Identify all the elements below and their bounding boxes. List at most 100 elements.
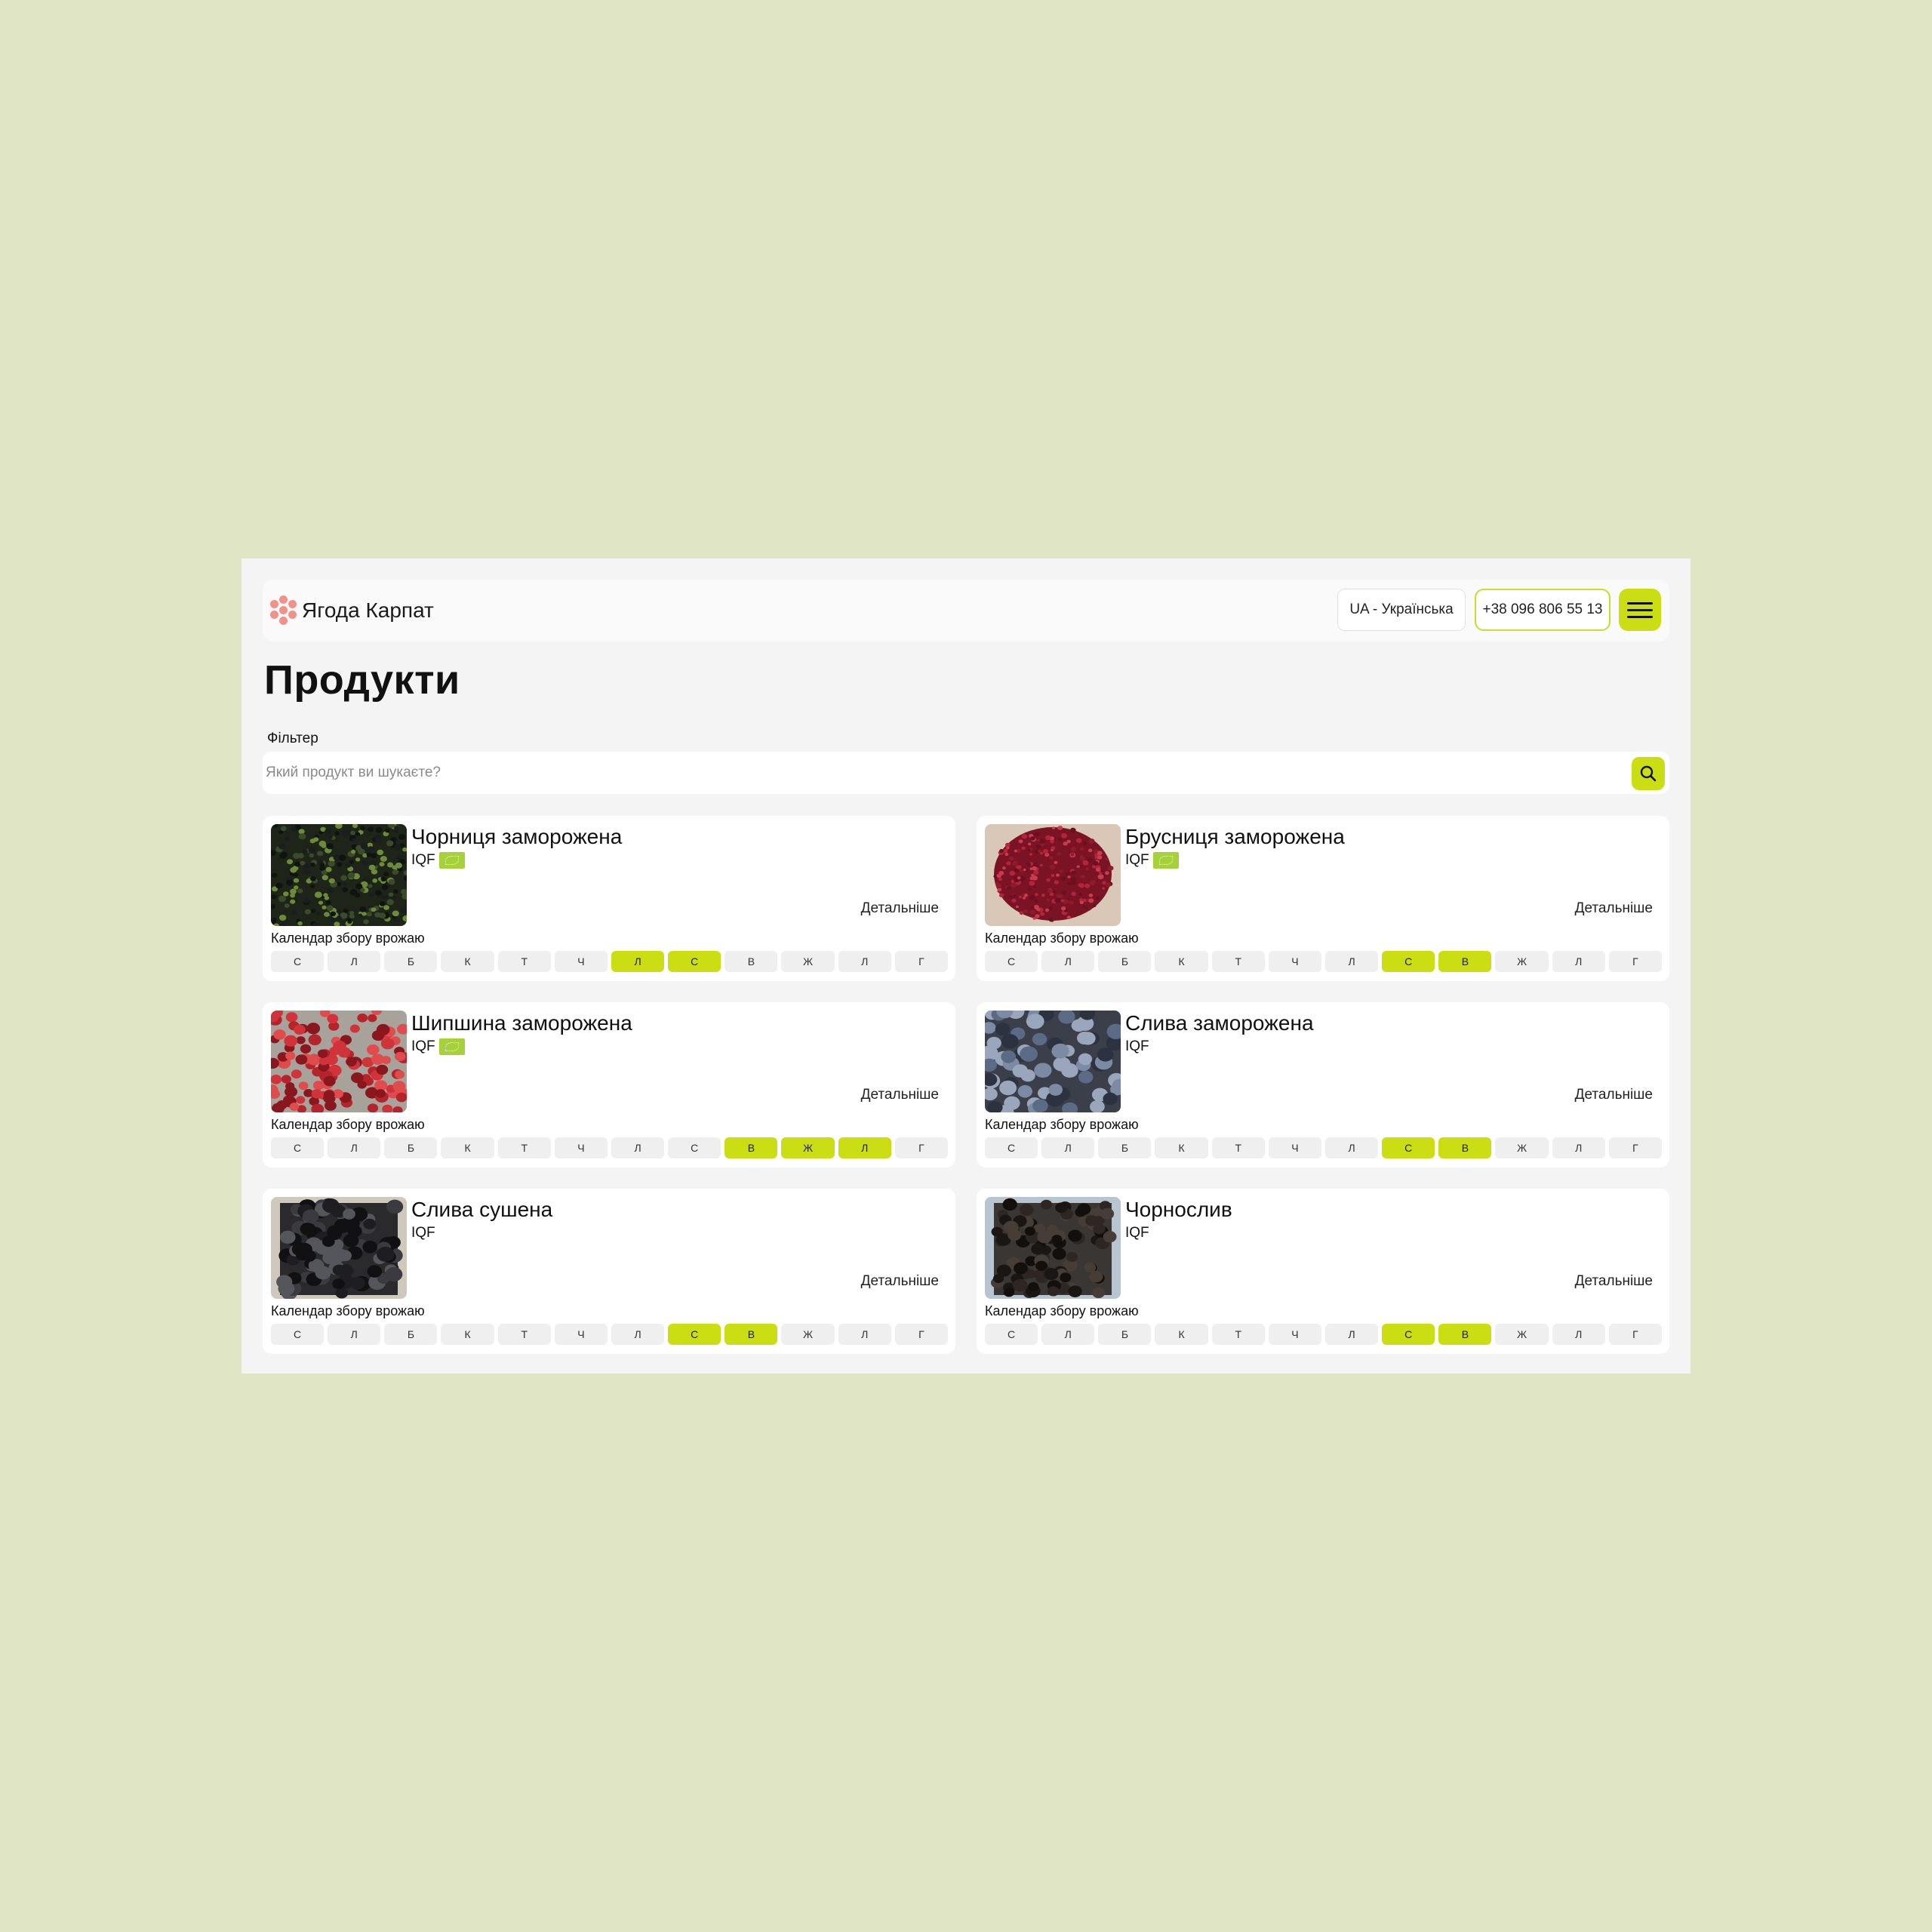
month-cell: Ж <box>781 1324 835 1345</box>
harvest-calendar: СЛБКТЧЛСВЖЛГ <box>271 1137 948 1158</box>
product-card[interactable]: Слива заморожена IQF Детальніше Календар… <box>977 1002 1669 1168</box>
product-card[interactable]: Чорнослив IQF Детальніше Календар збору … <box>977 1189 1669 1354</box>
month-cell: Л <box>1041 1324 1095 1345</box>
eco-leaf-icon <box>438 852 465 869</box>
eco-leaf-icon <box>438 1038 465 1055</box>
product-image[interactable] <box>985 1011 1121 1112</box>
product-tags: IQF <box>1125 1038 1149 1055</box>
search-button[interactable] <box>1632 757 1665 790</box>
month-cell: Б <box>1098 1137 1152 1158</box>
month-cell: Л <box>1041 1137 1095 1158</box>
product-tags: IQF <box>1125 1225 1149 1241</box>
product-tags: IQF <box>1125 852 1179 869</box>
product-image[interactable] <box>985 1197 1121 1299</box>
month-cell: Ж <box>1495 1324 1549 1345</box>
harvest-calendar: СЛБКТЧЛСВЖЛГ <box>271 1324 948 1345</box>
harvest-calendar: СЛБКТЧЛСВЖЛГ <box>985 1324 1662 1345</box>
harvest-calendar-label: Календар збору врожаю <box>985 931 1139 946</box>
month-cell: С <box>668 1137 721 1158</box>
menu-button[interactable] <box>1619 589 1661 631</box>
harvest-calendar-label: Календар збору врожаю <box>985 1117 1139 1132</box>
month-cell: В <box>1438 1137 1492 1158</box>
product-card[interactable]: Брусниця заморожена IQF Детальніше Кален… <box>977 816 1669 981</box>
month-cell: Л <box>611 1137 665 1158</box>
product-card[interactable]: Слива сушена IQF Детальніше Календар збо… <box>263 1189 955 1354</box>
page-frame: Ягода Карпат UA - Українська +38 096 806… <box>242 558 1690 1374</box>
product-name[interactable]: Слива заморожена <box>1125 1011 1314 1035</box>
product-card[interactable]: Шипшина заморожена IQF Детальніше Календ… <box>263 1002 955 1168</box>
product-name[interactable]: Чорниця заморожена <box>411 825 622 849</box>
details-link[interactable]: Детальніше <box>1575 900 1653 917</box>
month-cell: Т <box>1211 1324 1265 1345</box>
product-photo <box>271 1011 407 1112</box>
product-image[interactable] <box>271 824 407 926</box>
product-name[interactable]: Брусниця заморожена <box>1125 825 1345 849</box>
month-cell: В <box>724 1137 778 1158</box>
month-cell: Л <box>1324 1137 1379 1158</box>
month-cell: Г <box>894 951 948 972</box>
month-cell: Ж <box>781 1137 835 1158</box>
eco-leaf-icon <box>1152 852 1179 869</box>
details-link[interactable]: Детальніше <box>1575 1273 1653 1290</box>
phone-button[interactable]: +38 096 806 55 13 <box>1475 589 1611 631</box>
product-photo <box>985 1197 1121 1299</box>
month-cell: Л <box>328 1324 381 1345</box>
month-cell: Б <box>384 1324 438 1345</box>
product-card[interactable]: Чорниця заморожена IQF Детальніше Календ… <box>263 816 955 981</box>
language-selector[interactable]: UA - Українська <box>1337 589 1466 631</box>
month-cell: В <box>1438 951 1492 972</box>
month-cell: Ч <box>1268 1324 1321 1345</box>
month-cell: С <box>668 951 721 972</box>
month-cell: С <box>271 1137 325 1158</box>
search-icon <box>1640 765 1657 782</box>
month-cell: Ч <box>554 1324 608 1345</box>
logo[interactable]: Ягода Карпат <box>270 580 434 641</box>
product-image[interactable] <box>271 1011 407 1112</box>
product-tags: IQF <box>411 1225 435 1241</box>
month-cell: Л <box>838 1137 891 1158</box>
month-cell: Л <box>328 951 381 972</box>
search-input[interactable] <box>266 752 1594 794</box>
product-name[interactable]: Чорнослив <box>1125 1198 1232 1222</box>
month-cell: Л <box>611 1324 665 1345</box>
month-cell: Ч <box>1268 1137 1321 1158</box>
product-photo <box>271 824 407 926</box>
month-cell: С <box>1382 1137 1435 1158</box>
details-link[interactable]: Детальніше <box>861 900 939 917</box>
month-cell: В <box>724 951 778 972</box>
month-cell: Б <box>384 951 438 972</box>
harvest-calendar: СЛБКТЧЛСВЖЛГ <box>985 1137 1662 1158</box>
product-image[interactable] <box>985 824 1121 926</box>
month-cell: С <box>668 1324 721 1345</box>
month-cell: Л <box>1324 1324 1379 1345</box>
month-cell: Ч <box>1268 951 1321 972</box>
harvest-calendar-label: Календар збору врожаю <box>271 931 425 946</box>
month-cell: Т <box>497 951 551 972</box>
month-cell: К <box>1155 1324 1208 1345</box>
month-cell: Г <box>1608 1137 1662 1158</box>
details-link[interactable]: Детальніше <box>1575 1087 1653 1103</box>
iqf-tag: IQF <box>1125 1225 1149 1241</box>
month-cell: К <box>441 951 494 972</box>
product-tags: IQF <box>411 852 465 869</box>
month-cell: В <box>724 1324 778 1345</box>
month-cell: Б <box>1098 1324 1152 1345</box>
page-title: Продукти <box>264 657 460 703</box>
month-cell: С <box>271 1324 325 1345</box>
details-link[interactable]: Детальніше <box>861 1087 939 1103</box>
month-cell: К <box>1155 951 1208 972</box>
month-cell: Г <box>1608 1324 1662 1345</box>
hamburger-icon <box>1627 601 1653 605</box>
product-grid: Чорниця заморожена IQF Детальніше Календ… <box>263 816 1669 1354</box>
filter-label: Фільтер <box>267 731 318 746</box>
harvest-calendar-label: Календар збору врожаю <box>271 1303 425 1318</box>
site-header: Ягода Карпат UA - Українська +38 096 806… <box>263 580 1669 641</box>
product-image[interactable] <box>271 1197 407 1299</box>
iqf-tag: IQF <box>1125 1038 1149 1054</box>
details-link[interactable]: Детальніше <box>861 1273 939 1290</box>
month-cell: Т <box>1211 1137 1265 1158</box>
month-cell: К <box>1155 1137 1208 1158</box>
month-cell: Л <box>328 1137 381 1158</box>
product-name[interactable]: Слива сушена <box>411 1198 552 1222</box>
product-name[interactable]: Шипшина заморожена <box>411 1011 632 1035</box>
